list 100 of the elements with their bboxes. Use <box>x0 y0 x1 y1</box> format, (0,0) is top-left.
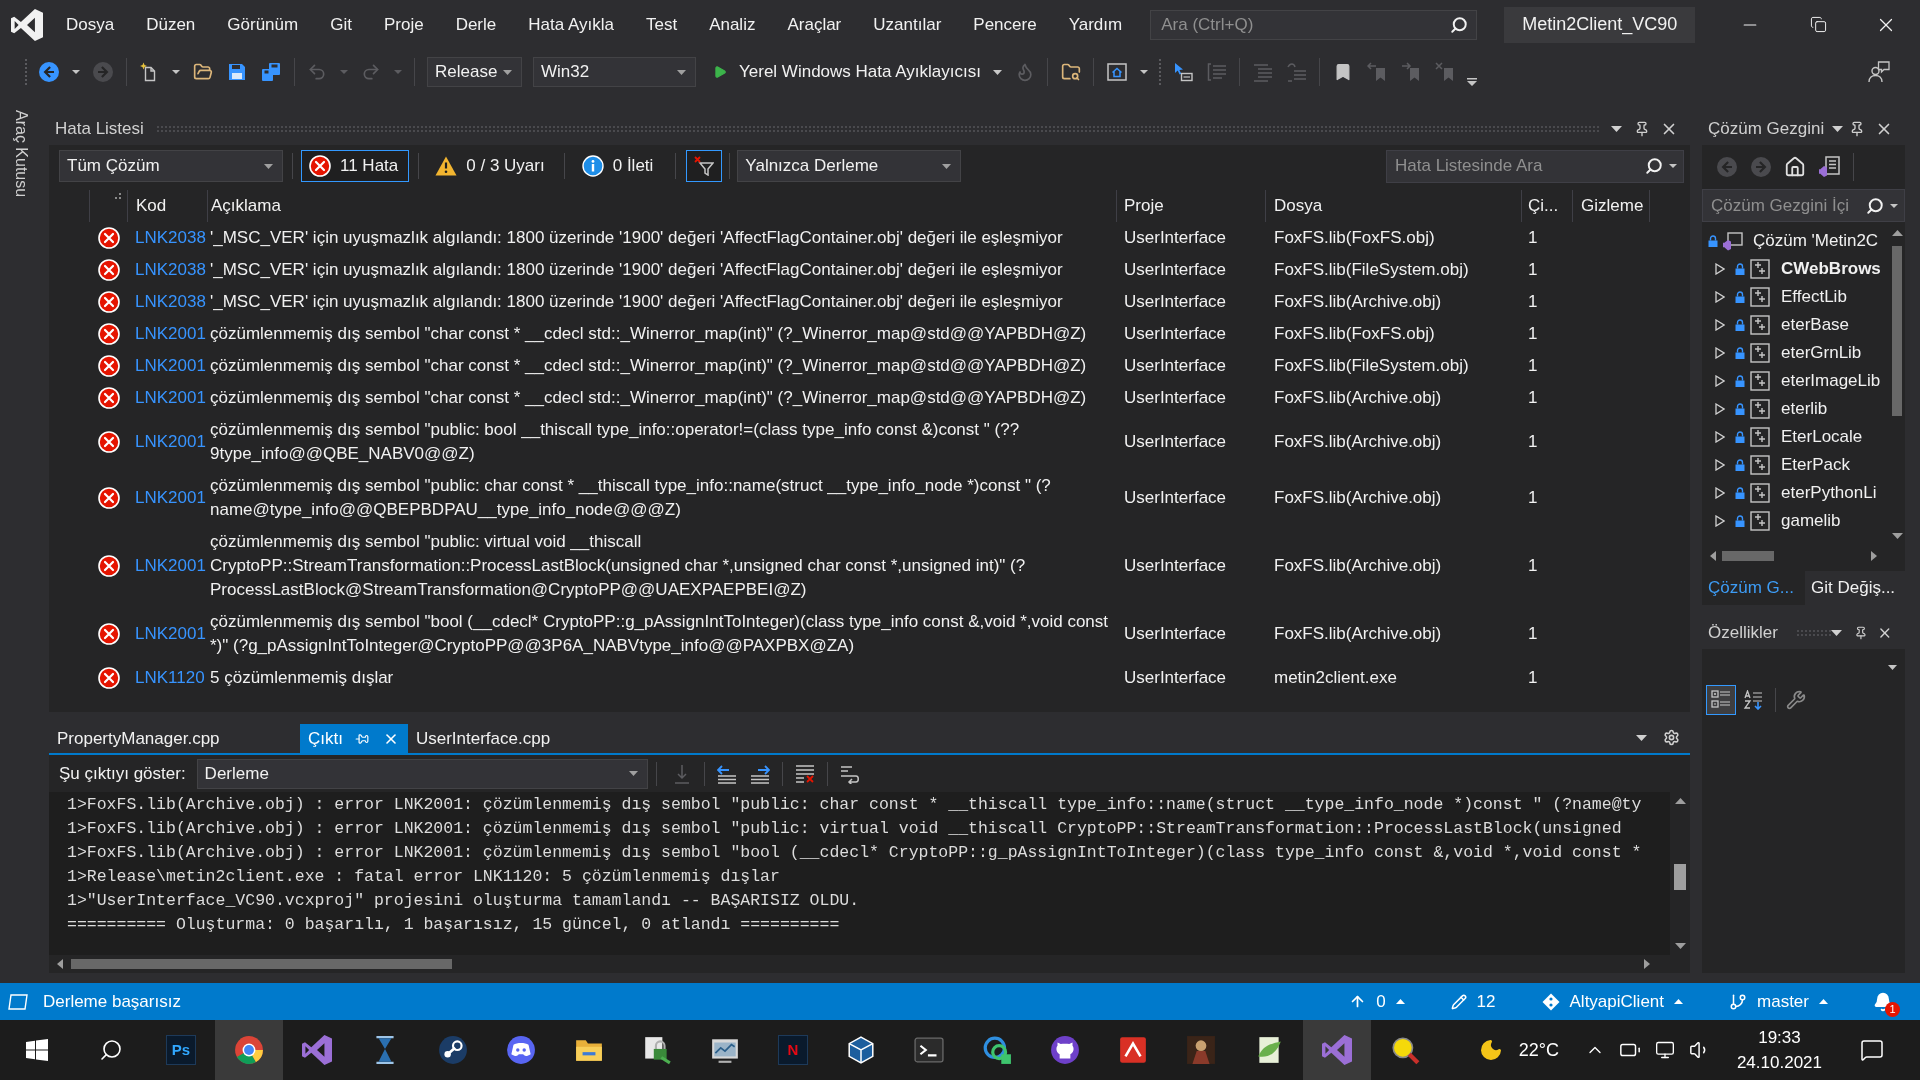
menu-item[interactable]: Proje <box>367 7 440 42</box>
caret-icon[interactable] <box>1636 734 1647 741</box>
moon-icon[interactable] <box>1478 1038 1503 1062</box>
error-code-link[interactable]: LNK2001 <box>135 324 206 343</box>
cursor-box-icon[interactable] <box>1172 62 1193 82</box>
weather-temperature[interactable]: 22°C <box>1518 1036 1559 1064</box>
pin-icon[interactable] <box>354 731 369 746</box>
panel-tab[interactable]: Git Değiş... <box>1805 571 1905 605</box>
caret-icon[interactable] <box>1832 126 1844 132</box>
stacked-floppy-icon[interactable] <box>261 62 281 82</box>
folder-icon[interactable] <box>193 62 213 82</box>
caret-icon[interactable] <box>1611 126 1622 132</box>
tree-item[interactable]: CWebBrows <box>1781 256 1881 282</box>
column-header[interactable]: Çi... <box>1528 193 1559 219</box>
tree-item[interactable]: eterGrnLib <box>1781 340 1862 366</box>
error-code-link[interactable]: LNK2038 <box>135 292 206 311</box>
toolbar-grip[interactable] <box>24 58 28 86</box>
caret-icon[interactable] <box>1139 70 1148 74</box>
error-code-link[interactable]: LNK2001 <box>135 624 206 643</box>
search-icon[interactable] <box>1645 157 1663 175</box>
tree-arrow-icon[interactable] <box>1715 487 1725 499</box>
menu-item[interactable]: Uzantılar <box>857 7 958 42</box>
menu-item[interactable]: Görünüm <box>211 7 315 42</box>
document-tab[interactable]: PropertyManager.cpp <box>49 724 300 753</box>
person-speech-icon[interactable] <box>1868 61 1890 83</box>
title-grip[interactable] <box>155 125 1599 133</box>
wrench-icon[interactable] <box>1786 690 1806 710</box>
tree-arrow-icon[interactable] <box>1715 347 1725 359</box>
lines-arrow-left-icon[interactable] <box>717 763 738 784</box>
scrollbar-thumb[interactable] <box>1674 864 1686 890</box>
menu-item[interactable]: Pencere <box>957 7 1053 42</box>
house-icon[interactable] <box>1784 156 1806 178</box>
tree-arrow-icon[interactable] <box>1715 515 1725 527</box>
tree-arrow-icon[interactable] <box>1715 375 1725 387</box>
clock-time[interactable]: 19:33 <box>1758 1025 1801 1050</box>
error-code-link[interactable]: LNK2001 <box>135 556 206 575</box>
scroll-left-icon[interactable] <box>1710 551 1716 561</box>
menu-item[interactable]: Araçlar <box>771 7 858 42</box>
tree-item[interactable]: eterImageLib <box>1781 368 1881 394</box>
caret-icon[interactable] <box>1669 164 1677 168</box>
search-field[interactable]: Çözüm Gezgini İçi <box>1702 189 1905 222</box>
source-dropdown[interactable]: Yalnızca Derleme <box>737 150 962 182</box>
toolbox-tab[interactable]: Araç Kutusu <box>9 110 33 198</box>
taskbar-button[interactable]: Ps <box>147 1020 215 1080</box>
repository-status-button[interactable]: AltyapiClient <box>1537 986 1688 1017</box>
speech-bubble-icon[interactable] <box>1860 1038 1884 1062</box>
grip-dots-icon[interactable] <box>115 193 121 199</box>
tree-item[interactable]: eterBase <box>1781 312 1850 338</box>
error-code-link[interactable]: LNK2001 <box>135 488 206 507</box>
panel-tab[interactable]: Çözüm G... <box>1702 571 1805 605</box>
lines-cross-icon[interactable] <box>795 763 816 784</box>
tree-item[interactable]: EterLocale <box>1781 424 1863 450</box>
tree-arrow-icon[interactable] <box>1715 403 1725 415</box>
tree-arrow-icon[interactable] <box>1715 459 1725 471</box>
error-code-link[interactable]: LNK2038 <box>135 260 206 279</box>
error-code-link[interactable]: LNK2001 <box>135 356 206 375</box>
error-code-link[interactable]: LNK1120 <box>135 668 205 687</box>
tree-arrow-icon[interactable] <box>1715 319 1725 331</box>
restore-icon[interactable] <box>1809 16 1827 33</box>
search-icon[interactable] <box>98 1038 123 1062</box>
push-status-button[interactable]: 0 <box>1345 986 1409 1017</box>
tree-arrow-icon[interactable] <box>1715 431 1725 443</box>
caret-icon[interactable] <box>172 70 180 74</box>
wrap-arrow-icon[interactable] <box>840 763 861 784</box>
scrollbar-thumb[interactable] <box>1892 246 1902 416</box>
messages-filter-button[interactable]: 0 İleti <box>573 150 665 182</box>
build-filter-toggle[interactable] <box>686 150 723 182</box>
scroll-left-icon[interactable] <box>57 959 63 969</box>
tree-arrow-icon[interactable] <box>1715 291 1725 303</box>
output-source-dropdown[interactable]: Derleme <box>196 758 648 789</box>
tree-item[interactable]: gamelib <box>1781 508 1841 534</box>
document-tab[interactable]: UserInterface.cpp <box>407 724 659 753</box>
tree-item[interactable]: EterPack <box>1781 452 1850 478</box>
category-list-icon[interactable] <box>1711 690 1731 710</box>
tree-item[interactable]: EffectLib <box>1781 284 1847 310</box>
document-tab[interactable]: Çıktı <box>300 724 408 753</box>
menu-item[interactable]: Düzen <box>130 7 212 42</box>
menu-item[interactable]: Hata Ayıkla <box>512 7 630 42</box>
menu-item[interactable]: Yardım <box>1052 7 1139 42</box>
monitor-icon[interactable] <box>1654 1040 1675 1060</box>
overflow-caret-icon[interactable] <box>1466 78 1477 86</box>
error-code-link[interactable]: LNK2001 <box>135 432 206 451</box>
folder-search-icon[interactable] <box>1060 62 1081 82</box>
pin-icon[interactable] <box>1853 625 1868 641</box>
pin-icon[interactable] <box>1634 121 1650 137</box>
lines-arrow-right-icon[interactable] <box>750 763 771 784</box>
sort-list-icon[interactable] <box>1743 690 1763 710</box>
menu-item[interactable]: Git <box>314 7 368 42</box>
search-field[interactable]: Hata Listesinde Ara <box>1386 149 1684 183</box>
error-code-link[interactable]: LNK2038 <box>135 228 206 247</box>
tree-arrow-icon[interactable] <box>1715 263 1725 275</box>
window-panes-icon[interactable] <box>26 1039 48 1061</box>
scope-dropdown[interactable]: Tüm Çözüm <box>59 150 283 182</box>
scroll-up-icon[interactable] <box>1891 230 1903 236</box>
scroll-right-icon[interactable] <box>1644 959 1650 969</box>
scrollbar-thumb[interactable] <box>1722 551 1774 561</box>
error-code-link[interactable]: LNK2001 <box>135 388 206 407</box>
search-icon[interactable] <box>1450 15 1469 34</box>
tree-item[interactable]: eterPythonLi <box>1781 480 1877 506</box>
configuration-dropdown[interactable]: Release <box>427 57 522 87</box>
